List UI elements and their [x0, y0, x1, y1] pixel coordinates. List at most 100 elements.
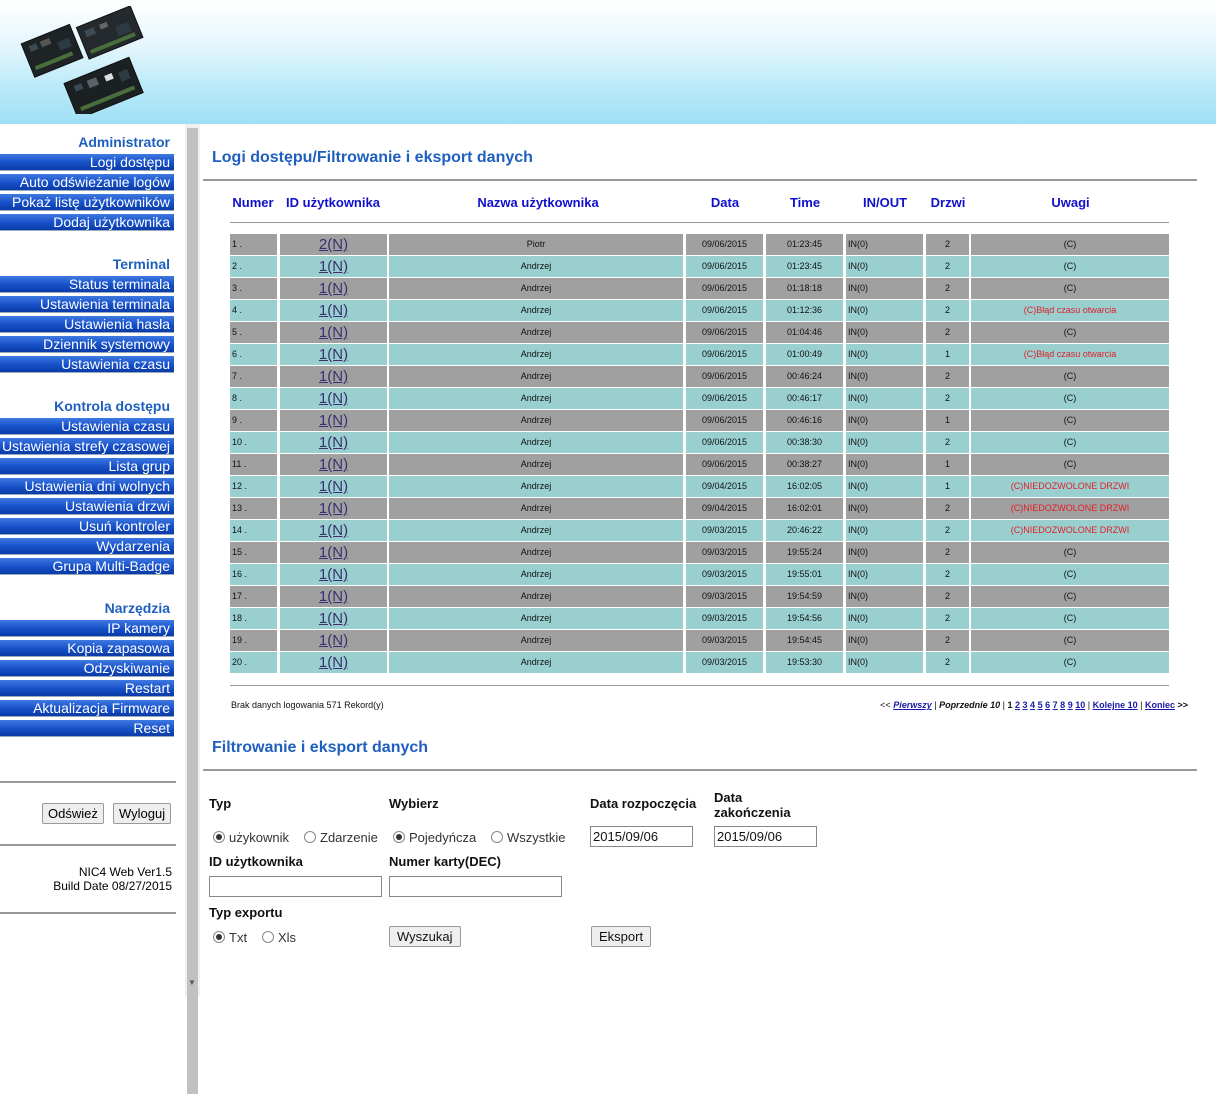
cell-user-id-link[interactable]: 1(N) [280, 300, 387, 321]
radio-dot-icon[interactable] [304, 831, 316, 843]
pager-page-3[interactable]: 3 [1023, 700, 1028, 710]
nav-ip-kamery[interactable]: IP kamery [0, 620, 174, 637]
nav-aktualizacja-firmware[interactable]: Aktualizacja Firmware [0, 700, 174, 717]
pager-page-2[interactable]: 2 [1015, 700, 1020, 710]
nav-lista-grup[interactable]: Lista grup [0, 458, 174, 475]
radio-dot-icon[interactable] [213, 931, 225, 943]
scroll-down-icon[interactable]: ▼ [188, 978, 196, 987]
cell-user-name: Andrzej [389, 520, 683, 541]
cell-date: 09/03/2015 [686, 652, 763, 673]
cell-user-id-link[interactable]: 1(N) [280, 608, 387, 629]
cell-numer: 12 . [230, 476, 277, 497]
scrollbar-thumb[interactable] [187, 128, 198, 1094]
table-row: 16 . 1(N) Andrzej 09/03/2015 19:55:01 IN(0) 2(… [230, 564, 1169, 585]
cell-inout: IN(0) [846, 564, 923, 585]
pager-page-5[interactable]: 5 [1038, 700, 1043, 710]
cell-user-id-link[interactable]: 1(N) [280, 586, 387, 607]
start-date-input[interactable]: 2015/09/06 [590, 826, 693, 847]
pager-last-link[interactable]: Koniec [1145, 700, 1175, 710]
nav-ustawienia-czasu[interactable]: Ustawienia czasu [0, 418, 174, 435]
radio-select-all[interactable]: Wszystkie [491, 830, 566, 845]
nav-dziennik-systemowy[interactable]: Dziennik systemowy [0, 336, 174, 353]
radio-export-txt[interactable]: Txt [213, 930, 247, 945]
cell-user-id-link[interactable]: 1(N) [280, 366, 387, 387]
export-button[interactable]: Eksport [591, 926, 652, 947]
cell-date: 09/06/2015 [686, 234, 763, 255]
nav-status-terminala[interactable]: Status terminala [0, 276, 174, 293]
cell-door: 2 [926, 608, 969, 629]
user-id-input[interactable] [209, 876, 382, 897]
cell-user-id-link[interactable]: 1(N) [280, 520, 387, 541]
pager-page-9[interactable]: 9 [1068, 700, 1073, 710]
cell-user-id-link[interactable]: 1(N) [280, 278, 387, 299]
cell-user-id-link[interactable]: 2(N) [280, 234, 387, 255]
cell-user-id-link[interactable]: 1(N) [280, 256, 387, 277]
search-button[interactable]: Wyszukaj [389, 926, 461, 947]
nav-reset[interactable]: Reset [0, 720, 174, 737]
nav-dodaj-uzytkownika[interactable]: Dodaj użytkownika [0, 214, 174, 231]
cell-user-id-link[interactable]: 1(N) [280, 498, 387, 519]
cell-user-id-link[interactable]: 1(N) [280, 344, 387, 365]
cell-inout: IN(0) [846, 278, 923, 299]
nav-restart[interactable]: Restart [0, 680, 174, 697]
table-row: 9 . 1(N) Andrzej 09/06/2015 00:46:16 IN(0) 1 (C… [230, 410, 1169, 431]
cell-user-id-link[interactable]: 1(N) [280, 432, 387, 453]
pager-page-10[interactable]: 10 [1075, 700, 1085, 710]
cell-user-id-link[interactable]: 1(N) [280, 564, 387, 585]
pager-next-link[interactable]: Kolejne 10 [1093, 700, 1138, 710]
radio-export-xls[interactable]: Xls [262, 930, 296, 945]
nav-auto-odswiezanie[interactable]: Auto odświeżanie logów [0, 174, 174, 191]
nav-dni-wolnych[interactable]: Ustawienia dni wolnych [0, 478, 174, 495]
pager-page-4[interactable]: 4 [1030, 700, 1035, 710]
nav-ustawienia-drzwi[interactable]: Ustawienia drzwi [0, 498, 174, 515]
nav-ustawienia-hasla[interactable]: Ustawienia hasła [0, 316, 174, 333]
cell-user-id-link[interactable]: 1(N) [280, 476, 387, 497]
nav-kopia-zapasowa[interactable]: Kopia zapasowa [0, 640, 174, 657]
radio-dot-icon[interactable] [491, 831, 503, 843]
cell-numer: 16 . [230, 564, 277, 585]
cell-time: 01:04:46 [766, 322, 843, 343]
cell-user-id-link[interactable]: 1(N) [280, 652, 387, 673]
radio-dot-icon[interactable] [262, 931, 274, 943]
cell-note: (C)NIEDOZWOLONE DRZWI [971, 476, 1169, 497]
radio-dot-icon[interactable] [393, 831, 405, 843]
nav-pokaz-liste[interactable]: Pokaż listę użytkowników [0, 194, 174, 211]
card-number-input[interactable] [389, 876, 562, 897]
cell-user-id-link[interactable]: 1(N) [280, 322, 387, 343]
scrollbar[interactable]: ▼ [185, 124, 200, 1094]
cell-user-id-link[interactable]: 1(N) [280, 454, 387, 475]
logout-button[interactable]: Wyloguj [113, 803, 172, 824]
nav-ustawienia-czasu-terminal[interactable]: Ustawienia czasu [0, 356, 174, 373]
radio-type-event[interactable]: Zdarzenie [304, 830, 378, 845]
radio-type-user[interactable]: użykownik [213, 830, 289, 845]
radio-dot-icon[interactable] [213, 831, 225, 843]
nav-strefy-czasowej[interactable]: Ustawienia strefy czasowej [0, 438, 174, 455]
nav-ustawienia-terminala[interactable]: Ustawienia terminala [0, 296, 174, 313]
cell-user-id-link[interactable]: 1(N) [280, 410, 387, 431]
refresh-button[interactable]: Odśwież [42, 803, 104, 824]
cell-time: 19:54:59 [766, 586, 843, 607]
pager-page-6[interactable]: 6 [1045, 700, 1050, 710]
nav-logi-dostepu[interactable]: Logi dostępu [0, 154, 174, 171]
nav-usun-kontroler[interactable]: Usuń kontroler [0, 518, 174, 535]
cell-note: (C) [971, 366, 1169, 387]
cell-note: (C) [971, 454, 1169, 475]
cell-user-name: Andrzej [389, 608, 683, 629]
cell-user-id-link[interactable]: 1(N) [280, 542, 387, 563]
card-number-label: Numer karty(DEC) [389, 854, 501, 869]
pager-page-7[interactable]: 7 [1053, 700, 1058, 710]
nav-wydarzenia[interactable]: Wydarzenia [0, 538, 174, 555]
nav-multi-badge[interactable]: Grupa Multi-Badge [0, 558, 174, 575]
cell-numer: 14 . [230, 520, 277, 541]
end-date-input[interactable]: 2015/09/06 [714, 826, 817, 847]
sidebar-divider [0, 912, 176, 914]
cell-user-id-link[interactable]: 1(N) [280, 630, 387, 651]
cell-inout: IN(0) [846, 630, 923, 651]
pager-first-link[interactable]: Pierwszy [893, 700, 932, 710]
radio-select-single[interactable]: Pojedyńcza [393, 830, 476, 845]
cell-user-id-link[interactable]: 1(N) [280, 388, 387, 409]
cell-numer: 20 . [230, 652, 277, 673]
pager-page-8[interactable]: 8 [1060, 700, 1065, 710]
cell-door: 2 [926, 300, 969, 321]
nav-odzyskiwanie[interactable]: Odzyskiwanie [0, 660, 174, 677]
